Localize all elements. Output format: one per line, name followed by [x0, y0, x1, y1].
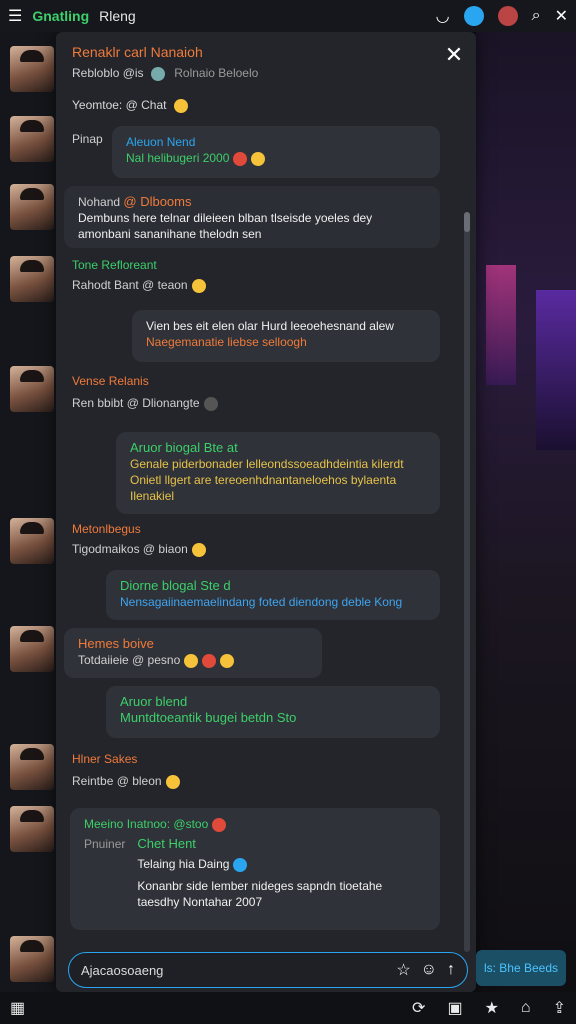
panel-subtitle: Rebloblo @is Rolnaio Beloelo — [72, 66, 259, 81]
monitor-glow — [486, 265, 516, 385]
message-bubble[interactable]: Nohand @ Dlbooms Dembuns here telnar dil… — [64, 186, 440, 248]
battery-icon — [497, 6, 518, 26]
avatar[interactable] — [10, 744, 54, 790]
message-bubble[interactable]: Aleuon Nend Nal helibugeri 2000 — [112, 126, 440, 178]
search-icon[interactable]: ⌕ — [532, 7, 541, 25]
home-icon[interactable]: ⌂ — [521, 999, 531, 1017]
star-icon[interactable]: ☆ — [396, 960, 410, 980]
sender-name: Metonlbegus — [72, 522, 141, 536]
top-bar: ☰ Gnatling Rleng ◡ ⌕ ✕ — [0, 0, 576, 32]
emoji-icon — [220, 653, 235, 668]
avatar[interactable] — [10, 806, 54, 852]
app-title: Gnatling — [32, 8, 90, 24]
scrollbar[interactable] — [464, 212, 470, 952]
share-icon[interactable]: ⇪ — [553, 998, 566, 1018]
sender-sub: Reintbe @ bleon — [72, 774, 180, 789]
emoji-icon — [191, 278, 206, 293]
top-right-icons: ◡ ⌕ ✕ — [436, 6, 568, 26]
panel-title: Renaklr carl Nanaioh — [72, 44, 203, 60]
wifi-icon[interactable]: ◡ — [436, 6, 450, 26]
avatar-rail — [0, 32, 58, 992]
grid-icon[interactable]: ▦ — [10, 998, 25, 1018]
chat-panel: Renaklr carl Nanaioh Rebloblo @is Rolnai… — [56, 32, 476, 992]
bottom-bar: ▦ ⟳ ▣ ★ ⌂ ⇪ — [0, 992, 576, 1024]
avatar[interactable] — [10, 46, 54, 92]
send-icon[interactable]: ↑ — [447, 961, 455, 979]
avatar[interactable] — [10, 626, 54, 672]
message-bubble[interactable]: Aruor blend Muntdtoeantik bugei betdn St… — [106, 686, 440, 738]
avatar[interactable] — [10, 184, 54, 230]
close-panel-button[interactable]: ✕ — [442, 44, 466, 68]
refresh-icon[interactable]: ⟳ — [412, 998, 425, 1018]
avatar[interactable] — [10, 116, 54, 162]
message-bubble[interactable]: Vien bes eit elen olar Hurd leeoehesnand… — [132, 310, 440, 362]
emoji-icon — [165, 774, 180, 789]
emoji-icon — [191, 542, 206, 557]
message-bubble[interactable]: Diorne blogal Ste d Nensagaiinaemaelinda… — [106, 570, 440, 620]
avatar[interactable] — [10, 256, 54, 302]
message-bubble[interactable]: Hemes boive Totdaiieie @ pesno — [64, 628, 322, 678]
message-input-text[interactable]: Ajacaosoaeng — [81, 963, 386, 978]
emoji-icon — [251, 151, 266, 166]
app-root: ☰ Gnatling Rleng ◡ ⌕ ✕ Renaklr carl Nana… — [0, 0, 576, 1024]
avatar[interactable] — [10, 936, 54, 982]
menu-icon[interactable]: ☰ — [8, 6, 22, 26]
sender-sub: Tigodmaikos @ biaon — [72, 542, 206, 557]
emoji-icon — [233, 857, 248, 872]
bluetooth-icon[interactable] — [463, 6, 484, 26]
sender-name: Hlner Sakes — [72, 752, 138, 766]
star-icon[interactable]: ★ — [485, 998, 499, 1018]
notes-icon[interactable]: ▣ — [447, 998, 462, 1018]
emoji-icon — [184, 653, 199, 668]
sender-name: Pinap — [72, 132, 103, 146]
sender-name: Tone Refloreant — [72, 258, 157, 272]
background-image — [476, 32, 576, 992]
monitor-glow-2 — [536, 290, 576, 450]
message-input[interactable]: Ajacaosoaeng ☆ ☺ ↑ — [68, 952, 468, 988]
bhe-beeds-button[interactable]: ls: Bhe Beeds — [476, 950, 566, 986]
avatar-icon — [203, 396, 218, 411]
close-icon[interactable]: ✕ — [555, 6, 568, 26]
scrollbar-thumb[interactable] — [464, 212, 470, 232]
message-bubble[interactable]: Aruor biogal Bte at Genale piderbonader … — [116, 432, 440, 514]
panel-header: Renaklr carl Nanaioh Rebloblo @is Rolnai… — [72, 44, 258, 81]
emoji-picker-icon[interactable]: ☺ — [421, 961, 437, 979]
tab-rleng[interactable]: Rleng — [99, 8, 136, 24]
emoji-icon — [173, 98, 188, 113]
sender-sub: Ren bbibt @ Dlionangte — [72, 396, 218, 411]
message-card[interactable]: Meeino Inatnoo: @stoo Pnuiner Chet Hent … — [70, 808, 440, 930]
avatar[interactable] — [10, 518, 54, 564]
emoji-icon — [202, 653, 217, 668]
avatar-icon — [150, 66, 165, 81]
sender-name: Vense Relanis — [72, 374, 149, 388]
avatar[interactable] — [10, 366, 54, 412]
emoji-icon — [233, 151, 248, 166]
sender-sub: Rahodt Bant @ teaon — [72, 278, 206, 293]
emoji-icon — [212, 817, 227, 832]
info-line: Yeomtoe: @ Chat — [72, 98, 188, 113]
